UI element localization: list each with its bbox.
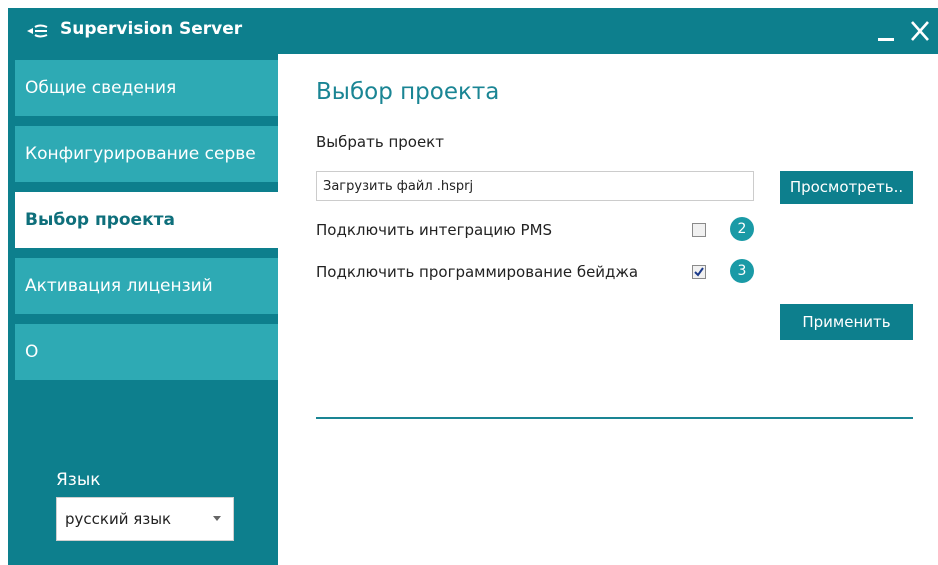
sidebar-item-about[interactable]: О: [15, 324, 278, 380]
project-file-input[interactable]: [316, 171, 754, 201]
close-icon: [911, 21, 929, 41]
sidebar-item-project-selection[interactable]: Выбор проекта: [15, 192, 278, 248]
language-select[interactable]: русский язык: [56, 497, 234, 541]
title-bar: Supervision Server: [8, 8, 938, 54]
badge-programming-label: Подключить программирование бейджа: [316, 263, 639, 281]
sidebar-item-label: Активация лицензий: [25, 276, 213, 296]
minimize-button[interactable]: [872, 18, 900, 44]
sidebar-item-license-activation[interactable]: Активация лицензий: [15, 258, 278, 314]
app-logo-icon: [26, 23, 48, 42]
sidebar-item-general[interactable]: Общие сведения: [15, 60, 278, 116]
checkmark-icon: [694, 267, 704, 277]
sidebar-item-label: Конфигурирование серве: [25, 144, 256, 164]
language-select-value: русский язык: [65, 510, 172, 528]
callout-badge: 2: [730, 217, 754, 241]
browse-button[interactable]: Просмотреть..: [780, 171, 913, 204]
sidebar-item-label: О: [25, 342, 39, 362]
page-title: Выбор проекта: [316, 79, 500, 105]
app-window: Supervision Server Общие сведения Конфиг…: [8, 8, 938, 565]
sidebar-item-server-config[interactable]: Конфигурирование серве: [15, 126, 278, 182]
minimize-icon: [878, 38, 894, 41]
main-content: Выбор проекта Выбрать проект Просмотреть…: [278, 54, 938, 565]
badge-programming-checkbox[interactable]: [692, 265, 706, 279]
pms-integration-label: Подключить интеграцию PMS: [316, 221, 553, 239]
pms-integration-checkbox[interactable]: [692, 223, 706, 237]
select-project-label: Выбрать проект: [316, 133, 444, 151]
apply-button[interactable]: Применить: [780, 304, 913, 340]
divider: [316, 417, 913, 419]
sidebar-item-label: Общие сведения: [25, 78, 177, 98]
chevron-down-icon: [213, 516, 221, 521]
sidebar-item-label: Выбор проекта: [25, 210, 175, 230]
language-label: Язык: [56, 470, 101, 490]
callout-badge: 3: [730, 259, 754, 283]
window-title: Supervision Server: [60, 19, 243, 39]
sidebar: Общие сведения Конфигурирование серве Вы…: [8, 54, 278, 565]
close-button[interactable]: [906, 18, 934, 44]
